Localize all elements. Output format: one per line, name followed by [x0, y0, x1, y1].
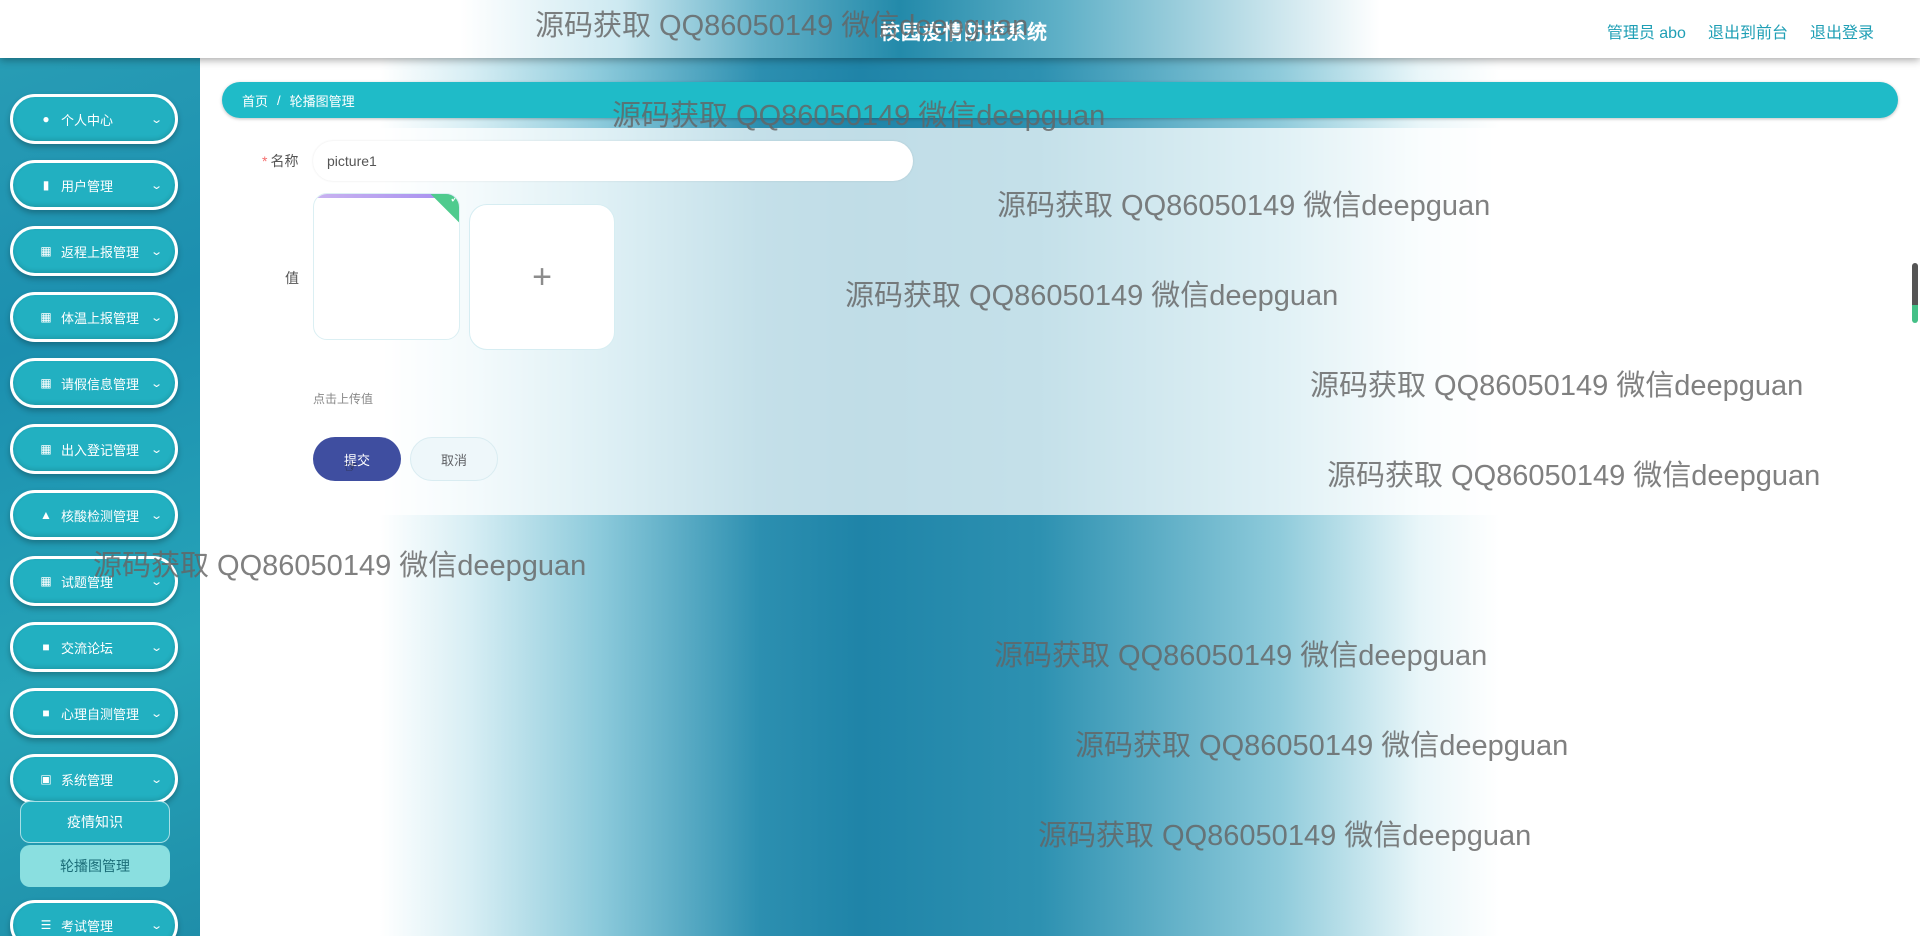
sidebar-item-label: 心理自测管理	[61, 706, 140, 722]
upload-hint: 点击上传值	[313, 392, 374, 406]
pin-icon: ▲	[40, 508, 52, 522]
submenu-item-epidemic-knowledge[interactable]: 疫情知识	[20, 801, 170, 843]
chevron-down-icon: ⌄	[149, 641, 163, 654]
breadcrumb-home[interactable]: 首页	[242, 91, 268, 110]
sidebar-item-exam[interactable]: ☰ 考试管理 ⌄	[10, 900, 178, 936]
grid-icon: ▦	[40, 442, 52, 456]
chevron-down-icon: ⌄	[149, 245, 163, 258]
upload-success-badge: ✓	[429, 193, 460, 224]
sidebar-item-psych-test[interactable]: ■ 心理自测管理 ⌄	[10, 688, 178, 738]
exit-to-front-link[interactable]: 退出到前台	[1708, 19, 1788, 43]
required-mark: *	[262, 153, 268, 169]
submenu-item-label: 疫情知识	[67, 814, 123, 830]
chat-icon: ■	[42, 706, 50, 720]
check-icon: ✓	[449, 193, 460, 206]
sidebar-item-label: 系统管理	[61, 772, 114, 788]
sidebar-item-label: 个人中心	[61, 112, 114, 128]
grid-icon: ▦	[40, 376, 52, 390]
sidebar-item-label: 出入登记管理	[61, 442, 140, 458]
logout-link[interactable]: 退出登录	[1810, 19, 1874, 43]
clipboard-icon: ▮	[42, 178, 50, 192]
person-icon: ●	[42, 112, 50, 126]
sidebar-item-label: 返程上报管理	[61, 244, 140, 260]
chevron-down-icon: ⌄	[149, 179, 163, 192]
watermark: 源码获取 QQ86050149 微信deepguan	[1038, 820, 1532, 852]
chevron-down-icon: ⌄	[149, 575, 163, 588]
submenu-item-label: 轮播图管理	[60, 858, 130, 874]
chevron-down-icon: ⌄	[149, 707, 163, 720]
upload-button[interactable]: +	[469, 204, 615, 350]
list-icon: ☰	[40, 918, 52, 932]
sidebar-item-return-report[interactable]: ▦ 返程上报管理 ⌄	[10, 226, 178, 276]
chevron-down-icon: ⌄	[149, 311, 163, 324]
sidebar: ● 个人中心 ⌄ ▮ 用户管理 ⌄ ▦ 返程上报管理 ⌄ ▦ 体温上报管理 ⌄ …	[0, 0, 200, 936]
submenu-item-carousel[interactable]: 轮播图管理	[20, 845, 170, 887]
breadcrumb-separator: /	[277, 92, 281, 108]
chat-icon: ■	[42, 640, 50, 654]
grid-icon: ▦	[40, 310, 52, 324]
sidebar-item-label: 用户管理	[61, 178, 114, 194]
breadcrumb: 首页 / 轮播图管理	[222, 82, 1898, 118]
sidebar-item-forum[interactable]: ■ 交流论坛 ⌄	[10, 622, 178, 672]
chevron-down-icon: ⌄	[149, 773, 163, 786]
value-field-label: 值	[285, 270, 299, 286]
chevron-down-icon: ⌄	[149, 113, 163, 126]
name-field[interactable]	[313, 141, 913, 181]
briefcase-icon: ▣	[40, 772, 52, 786]
sidebar-item-personal-center[interactable]: ● 个人中心 ⌄	[10, 94, 178, 144]
chevron-down-icon: ⌄	[149, 377, 163, 390]
uploaded-image-thumbnail[interactable]: ✓	[313, 193, 460, 340]
sidebar-item-label: 核酸检测管理	[61, 508, 140, 524]
sidebar-item-system[interactable]: ▣ 系统管理 ⌄	[10, 754, 178, 804]
sidebar-item-entry-exit[interactable]: ▦ 出入登记管理 ⌄	[10, 424, 178, 474]
chevron-down-icon: ⌄	[149, 443, 163, 456]
top-bar: 校园疫情防控系统 管理员 abo 退出到前台 退出登录	[0, 0, 1920, 58]
grid-icon: ▦	[40, 244, 52, 258]
page-scrollbar[interactable]	[1912, 263, 1918, 323]
sidebar-item-label: 请假信息管理	[61, 376, 140, 392]
plus-icon: +	[532, 257, 552, 296]
sidebar-item-label: 试题管理	[61, 574, 114, 590]
sidebar-item-temperature-report[interactable]: ▦ 体温上报管理 ⌄	[10, 292, 178, 342]
admin-user-link[interactable]: 管理员 abo	[1607, 19, 1686, 43]
sidebar-item-label: 体温上报管理	[61, 310, 140, 326]
name-label-text: 名称	[270, 153, 299, 169]
sidebar-item-nucleic-test[interactable]: ▲ 核酸检测管理 ⌄	[10, 490, 178, 540]
watermark: 源码获取 QQ86050149 微信deepguan	[994, 640, 1488, 672]
chevron-down-icon: ⌄	[149, 919, 163, 932]
watermark: 源码获取 QQ86050149 微信deepguan	[1075, 730, 1569, 762]
sidebar-item-label: 考试管理	[61, 918, 114, 934]
sidebar-item-label: 交流论坛	[61, 640, 114, 656]
mouse-cursor-icon: ☞	[344, 459, 359, 476]
sidebar-item-questions[interactable]: ▦ 试题管理 ⌄	[10, 556, 178, 606]
breadcrumb-current: 轮播图管理	[289, 93, 355, 109]
name-field-label: * 名称	[262, 151, 298, 171]
sidebar-item-leave-info[interactable]: ▦ 请假信息管理 ⌄	[10, 358, 178, 408]
cancel-button[interactable]: 取消	[410, 437, 498, 481]
app-title: 校园疫情防控系统	[880, 22, 1048, 44]
sidebar-item-users[interactable]: ▮ 用户管理 ⌄	[10, 160, 178, 210]
top-links: 管理员 abo 退出到前台 退出登录	[1607, 19, 1874, 43]
grid-icon: ▦	[40, 574, 52, 588]
chevron-down-icon: ⌄	[149, 509, 163, 522]
